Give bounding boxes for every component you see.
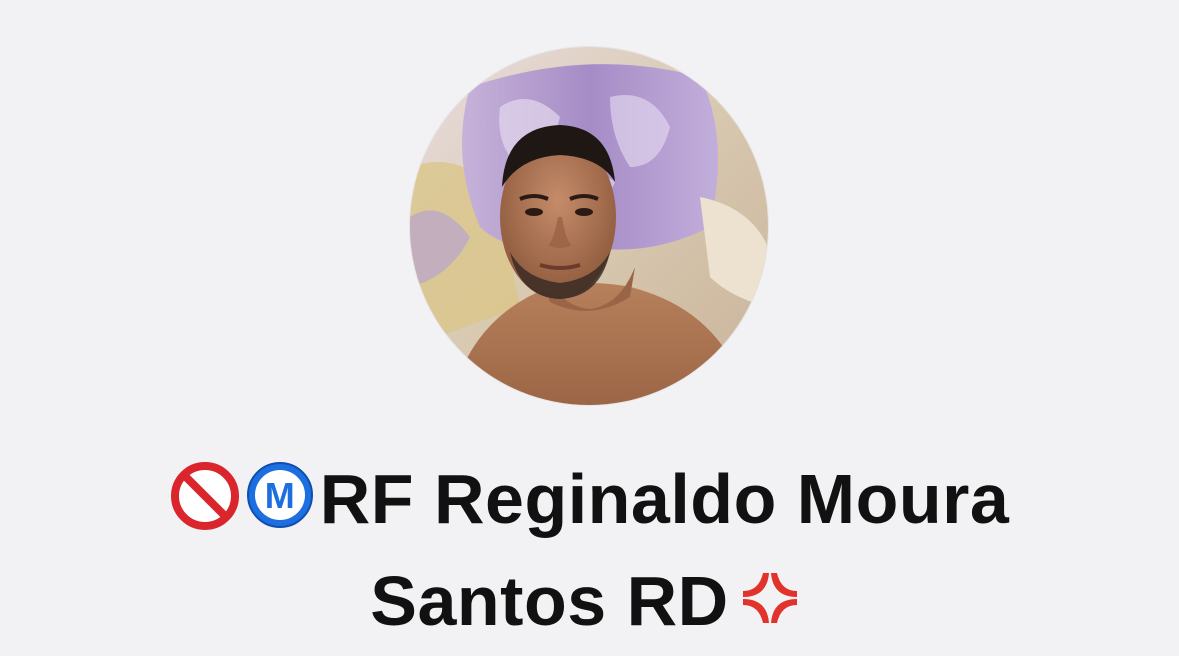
svg-text:M: M	[264, 475, 295, 516]
prohibited-icon	[170, 460, 240, 554]
name-text-line-1: RF Reginaldo Moura	[319, 460, 1010, 538]
anger-symbol-icon	[735, 562, 805, 656]
circled-m-icon: M	[244, 459, 316, 554]
profile-name: M RF Reginaldo Moura Santos RD	[0, 452, 1179, 656]
profile-photo	[410, 47, 768, 405]
name-line-2: Santos RD	[0, 554, 1179, 656]
name-line-1: M RF Reginaldo Moura	[0, 452, 1179, 554]
profile-avatar[interactable]	[410, 47, 768, 405]
name-text-line-2: Santos RD	[370, 562, 729, 640]
